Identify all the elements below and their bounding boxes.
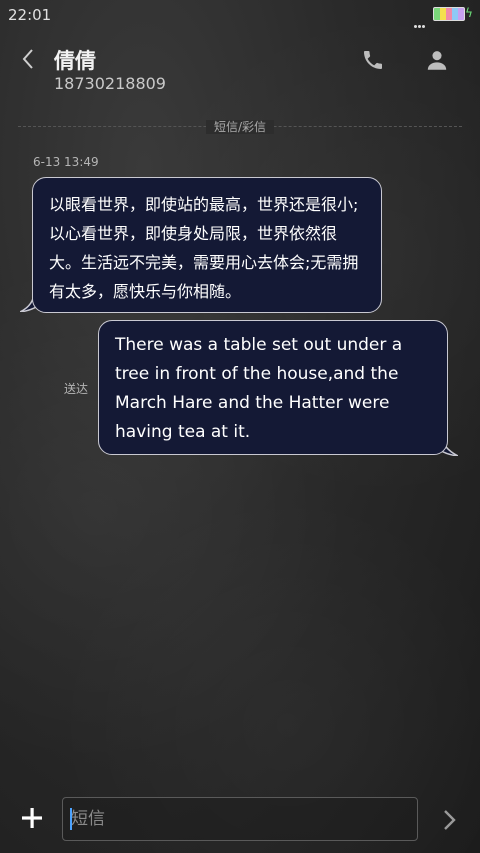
incoming-message-bubble[interactable]: 以眼看世界，即使站的最高，世界还是很小;以心看世界，即使身处局限，世界依然很大。… (32, 177, 382, 313)
status-time: 22:01 (8, 6, 52, 24)
status-bar: 22:01 ϟ (0, 0, 480, 30)
outgoing-message-text: There was a table set out under a tree i… (115, 335, 403, 442)
contact-phone-number: 18730218809 (54, 74, 166, 93)
plus-icon (22, 808, 42, 828)
person-icon (427, 51, 447, 70)
signal-dots-icon (414, 13, 428, 28)
send-button[interactable] (438, 808, 460, 832)
message-input[interactable] (62, 797, 418, 841)
delivery-status: 送达 (64, 382, 89, 396)
channel-label-text: 短信/彩信 (205, 120, 275, 134)
incoming-message-text: 以眼看世界，即使站的最高，世界还是很小;以心看世界，即使身处局限，世界依然很大。… (49, 195, 359, 301)
battery-icon (433, 7, 465, 21)
phone-icon (364, 51, 382, 69)
channel-label: 短信/彩信 (0, 118, 480, 135)
back-button[interactable] (16, 46, 42, 72)
text-caret (70, 808, 72, 830)
chevron-right-icon (444, 810, 456, 830)
message-timestamp: 6-13 13:49 (33, 155, 99, 169)
add-attachment-button[interactable] (20, 806, 44, 830)
chevron-left-icon (22, 49, 33, 69)
call-button[interactable] (360, 48, 386, 72)
contact-profile-button[interactable] (424, 47, 450, 73)
outgoing-message-bubble[interactable]: There was a table set out under a tree i… (98, 320, 448, 455)
contact-name: 倩倩 (54, 49, 96, 73)
charging-icon: ϟ (465, 6, 473, 20)
